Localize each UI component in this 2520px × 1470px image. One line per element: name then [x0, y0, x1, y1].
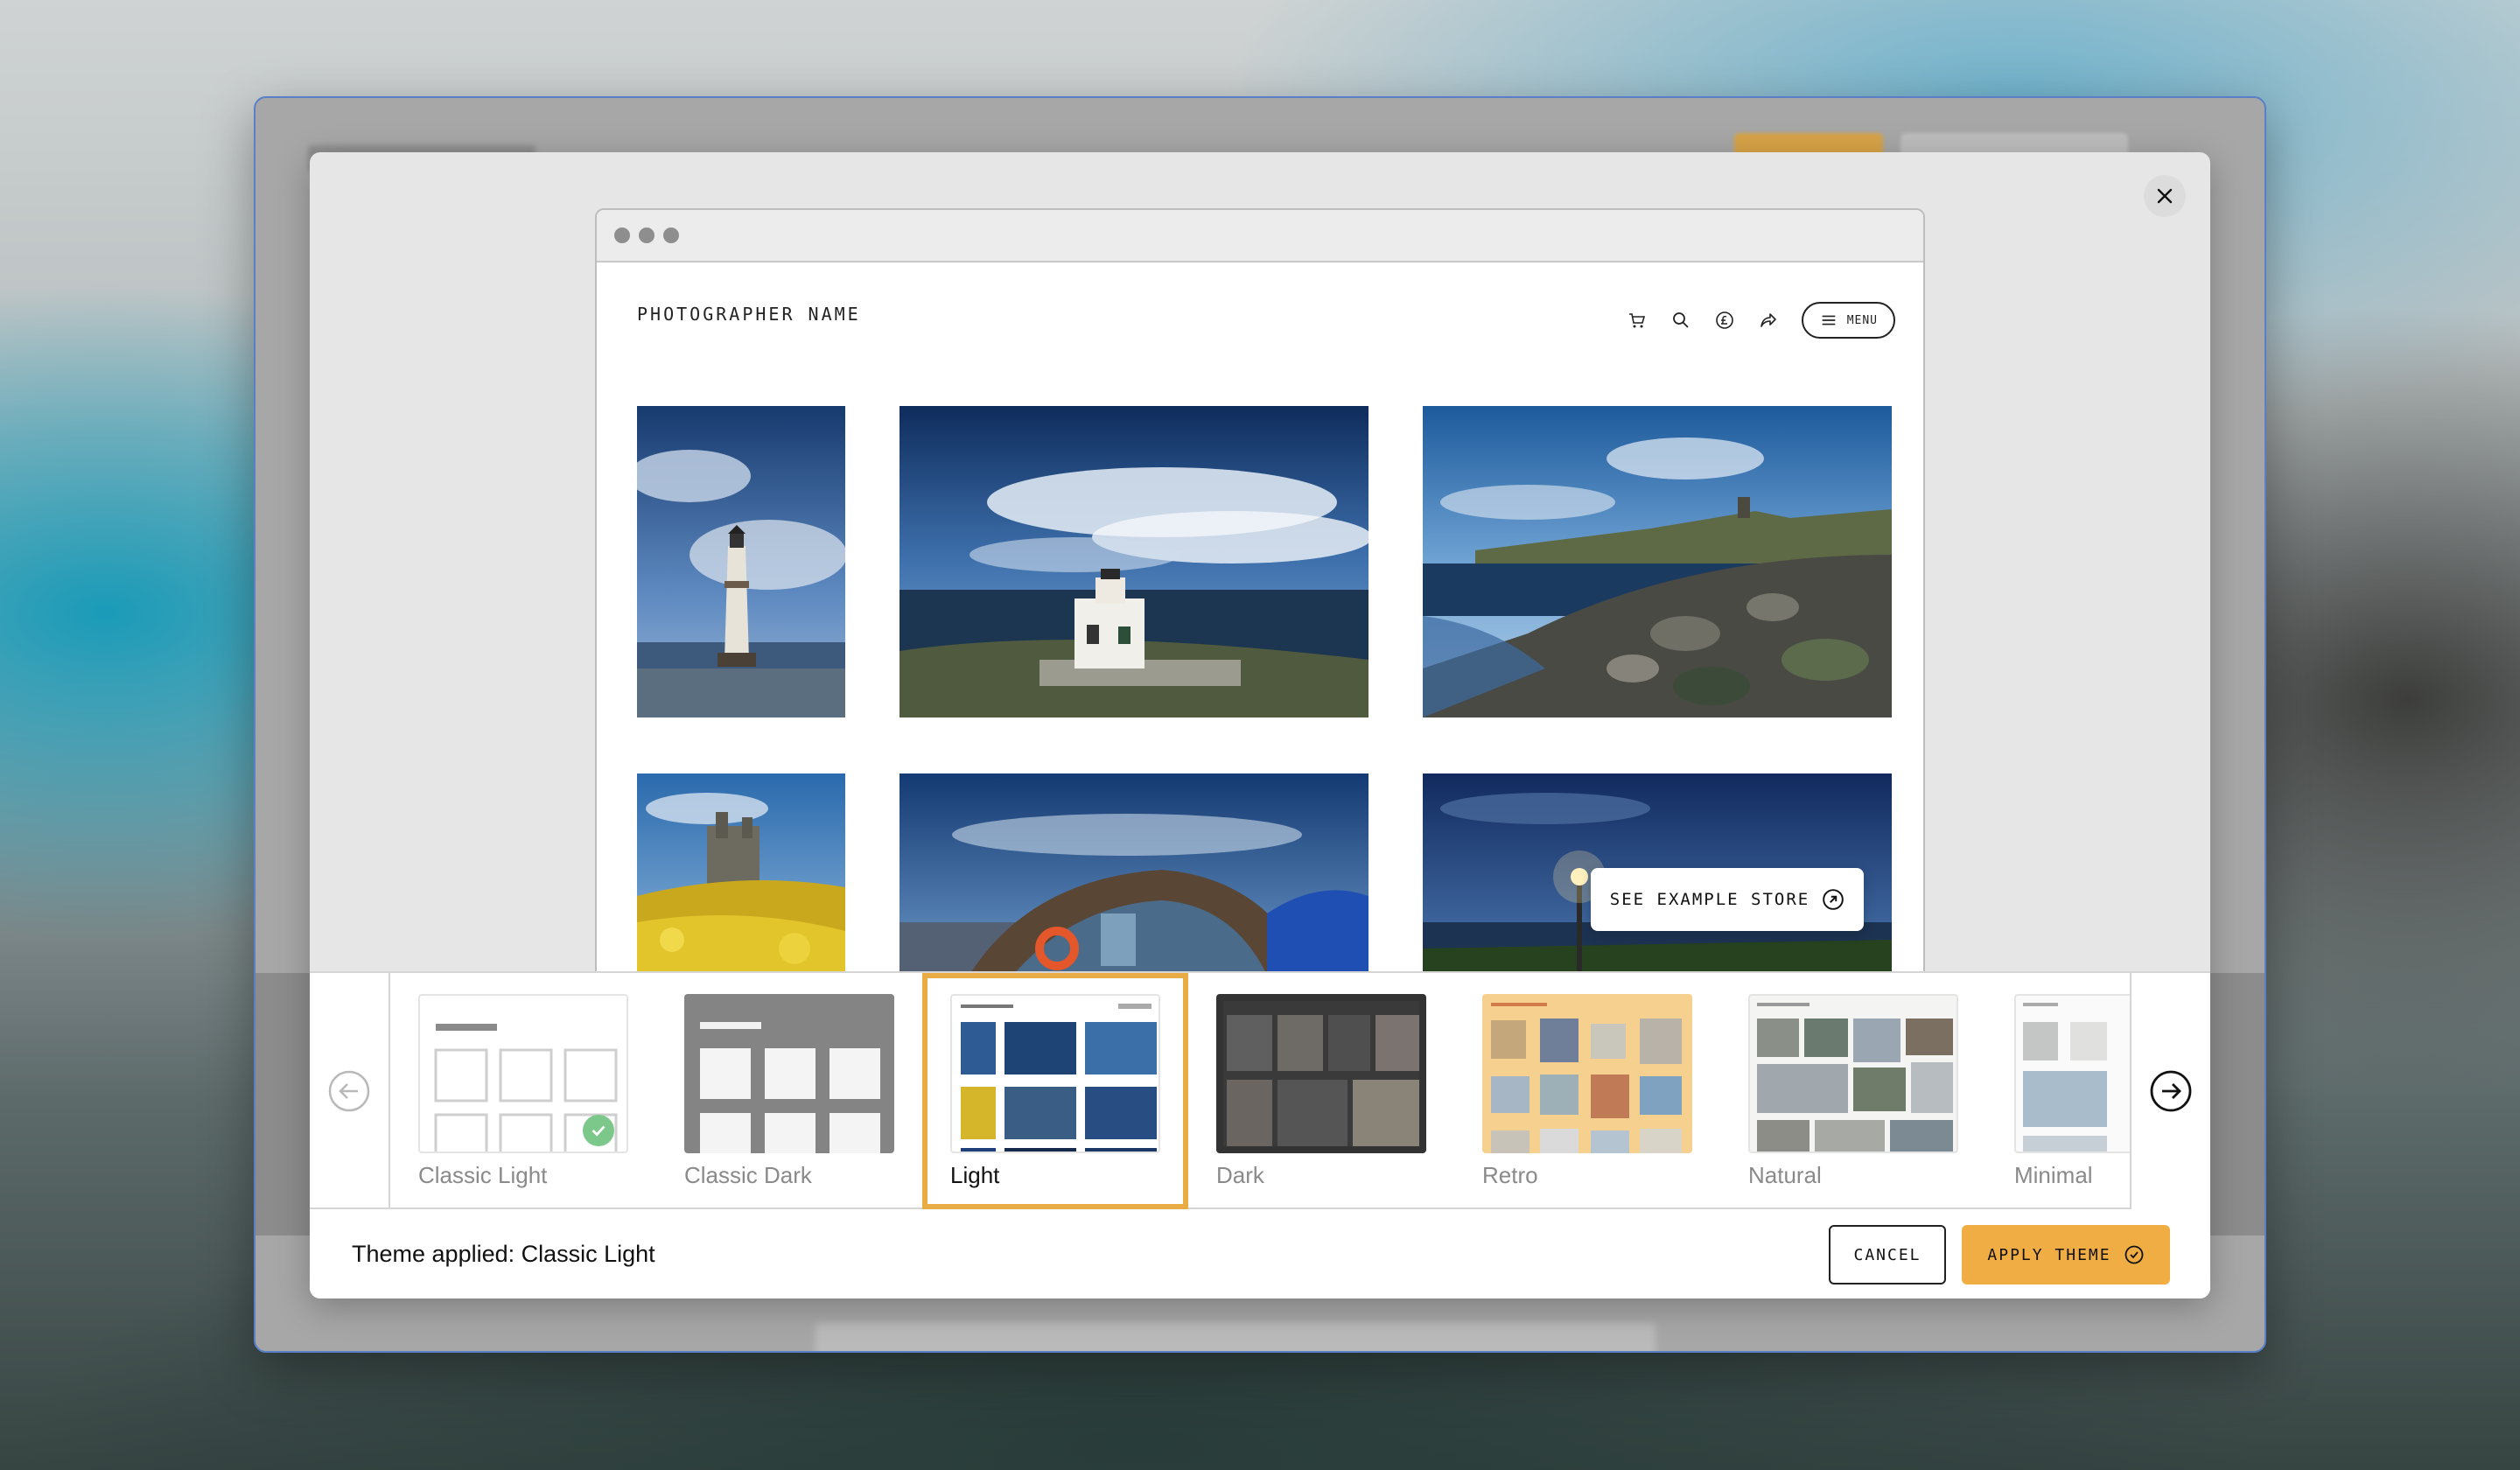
theme-thumbnail — [2014, 994, 2130, 1153]
see-example-store-button[interactable]: SEE EXAMPLE STORE — [1591, 868, 1864, 931]
theme-thumbnail — [1482, 994, 1692, 1153]
search-icon[interactable] — [1670, 310, 1691, 331]
site-toolbar: MENU — [1627, 302, 1895, 339]
theme-label: Light — [950, 1162, 1000, 1188]
theme-thumbnail — [418, 994, 628, 1153]
modal-footer: Theme applied: Classic Light CANCEL APPL… — [310, 1209, 2210, 1298]
theme-label: Dark — [1216, 1162, 1264, 1188]
theme-label: Natural — [1748, 1162, 1822, 1188]
cancel-button[interactable]: CANCEL — [1829, 1225, 1946, 1284]
gallery-photo-white-building[interactable] — [900, 406, 1368, 718]
close-icon — [2157, 188, 2173, 204]
browser-bar — [597, 210, 1923, 262]
themes-list: Classic Light Classic Dark Light Dark Re… — [390, 973, 2130, 1209]
hamburger-icon — [1822, 315, 1836, 326]
currency-icon[interactable] — [1714, 310, 1735, 331]
theme-label: Retro — [1482, 1162, 1538, 1188]
applied-check-badge — [583, 1115, 614, 1146]
theme-card-dark[interactable]: Dark — [1188, 973, 1454, 1209]
cart-icon[interactable] — [1627, 310, 1648, 331]
site-header: PHOTOGRAPHER NAME MENU — [637, 294, 1895, 346]
theme-card-natural[interactable]: Natural — [1720, 973, 1986, 1209]
theme-thumbnail — [950, 994, 1160, 1153]
arrow-left-circle-icon — [328, 1070, 370, 1112]
apply-theme-label: APPLY THEME — [1987, 1245, 2111, 1264]
window-dot — [639, 228, 654, 243]
menu-button[interactable]: MENU — [1801, 302, 1895, 339]
arrow-up-right-circle-icon — [1823, 889, 1844, 910]
theme-status-text: Theme applied: Classic Light — [352, 1241, 655, 1267]
previous-themes-button[interactable] — [310, 973, 390, 1209]
theme-picker-modal: PHOTOGRAPHER NAME MENU SEE EXAMPLE STORE… — [310, 152, 2210, 1298]
gallery-photo-lighthouse[interactable] — [637, 406, 845, 718]
share-icon[interactable] — [1758, 310, 1779, 331]
theme-card-minimal[interactable]: Minimal — [1986, 973, 2130, 1209]
see-store-label: SEE EXAMPLE STORE — [1609, 890, 1810, 909]
check-circle-icon — [2124, 1245, 2144, 1264]
theme-label: Classic Dark — [684, 1162, 812, 1188]
gallery-photo-rocky-coast[interactable] — [1423, 406, 1892, 718]
theme-label: Minimal — [2014, 1162, 2093, 1188]
theme-carousel: Classic Light Classic Dark Light Dark Re… — [310, 971, 2210, 1209]
theme-card-classic-light[interactable]: Classic Light — [390, 973, 656, 1209]
arrow-right-circle-icon — [2150, 1070, 2192, 1112]
apply-theme-button[interactable]: APPLY THEME — [1962, 1225, 2170, 1284]
theme-thumbnail — [684, 994, 894, 1153]
site-title: PHOTOGRAPHER NAME — [637, 304, 861, 325]
menu-label: MENU — [1846, 313, 1878, 327]
window-dot — [663, 228, 679, 243]
gallery-photo-castle-flowers[interactable] — [637, 774, 845, 975]
theme-thumbnail — [1748, 994, 1958, 1153]
theme-thumbnail — [1216, 994, 1426, 1153]
check-icon — [592, 1125, 606, 1137]
theme-card-classic-dark[interactable]: Classic Dark — [656, 973, 922, 1209]
background-footer — [816, 1323, 1656, 1351]
window-dot — [614, 228, 630, 243]
close-button[interactable] — [2144, 175, 2186, 217]
theme-card-retro[interactable]: Retro — [1454, 973, 1720, 1209]
gallery-photo-boat-shed[interactable] — [900, 774, 1368, 975]
next-themes-button[interactable] — [2130, 973, 2210, 1209]
theme-card-light[interactable]: Light — [922, 973, 1188, 1209]
theme-label: Classic Light — [418, 1162, 548, 1188]
